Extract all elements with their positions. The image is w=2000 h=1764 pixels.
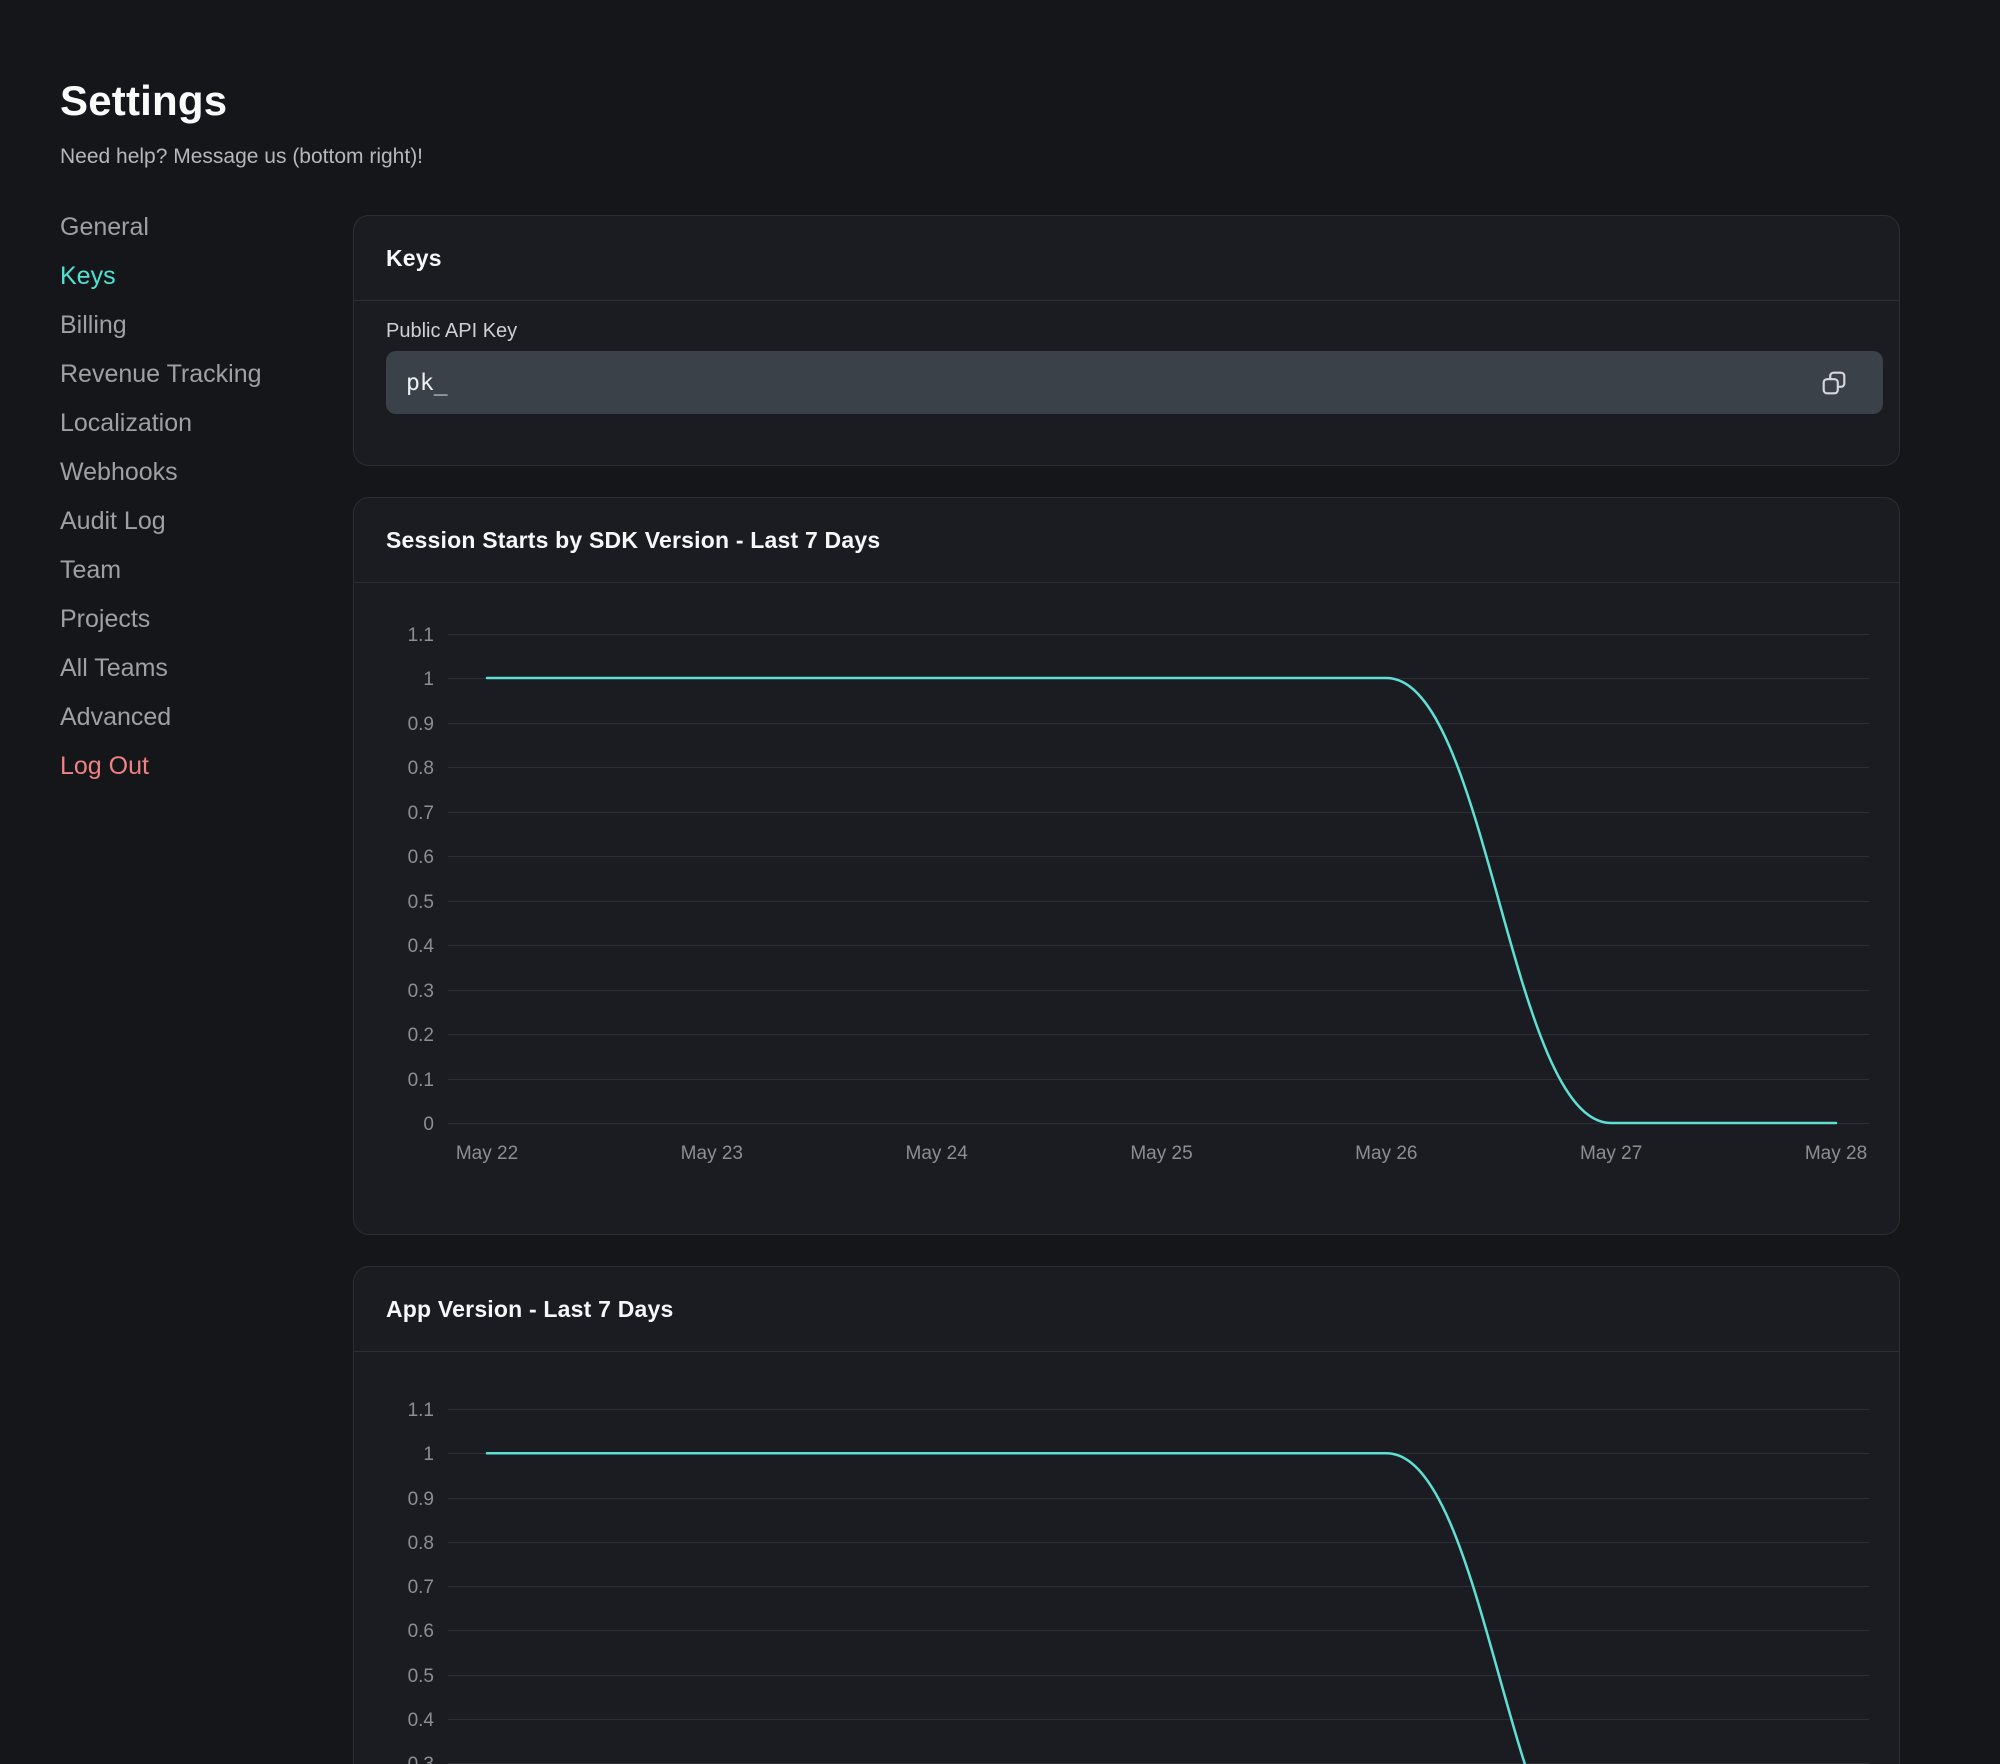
page-title: Settings — [60, 80, 1900, 122]
x-tick-label: May 25 — [1130, 1143, 1192, 1164]
y-tick-label: 0.9 — [408, 1489, 434, 1510]
y-tick-label: 0.1 — [408, 1070, 434, 1091]
app-chart-title: App Version - Last 7 Days — [386, 1296, 673, 1323]
sidebar-item-log-out[interactable]: Log Out — [60, 754, 149, 779]
y-tick-label: 1.1 — [408, 1400, 434, 1421]
sidebar-item-team[interactable]: Team — [60, 558, 121, 583]
public-api-key-label: Public API Key — [386, 321, 1883, 341]
sidebar-item-billing[interactable]: Billing — [60, 313, 127, 338]
sidebar-item-projects[interactable]: Projects — [60, 607, 150, 632]
app-chart-header: App Version - Last 7 Days — [354, 1267, 1899, 1352]
keys-card-header: Keys — [354, 216, 1899, 301]
y-tick-label: 0 — [423, 1114, 434, 1135]
keys-card: Keys Public API Key pk_ — [353, 215, 1900, 466]
y-tick-label: 0.7 — [408, 1577, 434, 1598]
y-tick-label: 0.8 — [408, 1533, 434, 1554]
sidebar-item-advanced[interactable]: Advanced — [60, 705, 171, 730]
x-tick-label: May 28 — [1805, 1143, 1867, 1164]
x-tick-label: May 26 — [1355, 1143, 1417, 1164]
y-tick-label: 0.2 — [408, 1025, 434, 1046]
sidebar-item-webhooks[interactable]: Webhooks — [60, 460, 178, 485]
y-tick-label: 0.4 — [408, 1710, 435, 1731]
x-tick-label: May 27 — [1580, 1143, 1642, 1164]
y-tick-label: 0.5 — [408, 1666, 434, 1687]
sidebar: General Keys Billing Revenue Tracking Locali… — [60, 215, 353, 1764]
y-tick-label: 0.3 — [408, 981, 434, 1002]
y-tick-label: 0.6 — [408, 847, 434, 868]
keys-card-body: Public API Key pk_ — [354, 321, 1899, 414]
page-header: Settings Need help? Message us (bottom r… — [60, 80, 1900, 169]
y-tick-label: 0.5 — [408, 892, 434, 913]
series-line-app-version — [487, 1453, 1836, 1764]
y-tick-label: 1 — [423, 1444, 434, 1465]
y-tick-label: 0.9 — [408, 714, 434, 735]
app-version-chart-card: App Version - Last 7 Days 1.1 1 0.9 0.8 0.7 0… — [353, 1266, 1900, 1764]
public-api-key-value: pk_ — [406, 370, 448, 396]
sdk-chart-header: Session Starts by SDK Version - Last 7 D… — [354, 498, 1899, 583]
sidebar-item-general[interactable]: General — [60, 215, 149, 240]
copy-icon — [1821, 370, 1847, 396]
series-line-sdk-version — [487, 678, 1836, 1123]
sidebar-list: General Keys Billing Revenue Tracking Locali… — [60, 215, 353, 779]
sidebar-item-keys[interactable]: Keys — [60, 264, 116, 289]
y-tick-label: 0.7 — [408, 803, 434, 824]
content-area: General Keys Billing Revenue Tracking Locali… — [60, 215, 1900, 1764]
y-tick-label: 0.3 — [408, 1754, 434, 1764]
y-tick-label: 1 — [423, 669, 434, 690]
app-version-chart: 1.110.90.80.70.60.50.40.30.20.10May 22Ma… — [354, 1352, 1899, 1764]
sidebar-item-revenue-tracking[interactable]: Revenue Tracking — [60, 362, 262, 387]
sdk-version-chart: 1.1 1 0.9 0.8 0.7 0.6 0.5 0.4 0.3 0.2 0.1 0 May 22 Ma… — [354, 583, 1899, 1235]
x-tick-label: May 24 — [906, 1143, 969, 1164]
copy-api-key-button[interactable] — [1819, 368, 1849, 398]
x-tick-label: May 23 — [681, 1143, 743, 1164]
sdk-version-chart-card: Session Starts by SDK Version - Last 7 D… — [353, 497, 1900, 1235]
sidebar-item-audit-log[interactable]: Audit Log — [60, 509, 166, 534]
main-column: Keys Public API Key pk_ — [353, 215, 1900, 1764]
settings-page: Settings Need help? Message us (bottom r… — [0, 0, 2000, 1764]
y-tick-label: 0.4 — [408, 936, 435, 957]
y-tick-label: 0.6 — [408, 1621, 434, 1642]
sdk-chart-title: Session Starts by SDK Version - Last 7 D… — [386, 527, 880, 554]
sidebar-item-all-teams[interactable]: All Teams — [60, 656, 168, 681]
page-subtitle: Need help? Message us (bottom right)! — [60, 145, 1900, 169]
sidebar-item-localization[interactable]: Localization — [60, 411, 192, 436]
y-tick-label: 1.1 — [408, 625, 434, 646]
public-api-key-field[interactable]: pk_ — [386, 351, 1883, 414]
keys-card-title: Keys — [386, 245, 442, 272]
x-tick-label: May 22 — [456, 1143, 518, 1164]
y-tick-label: 0.8 — [408, 758, 434, 779]
